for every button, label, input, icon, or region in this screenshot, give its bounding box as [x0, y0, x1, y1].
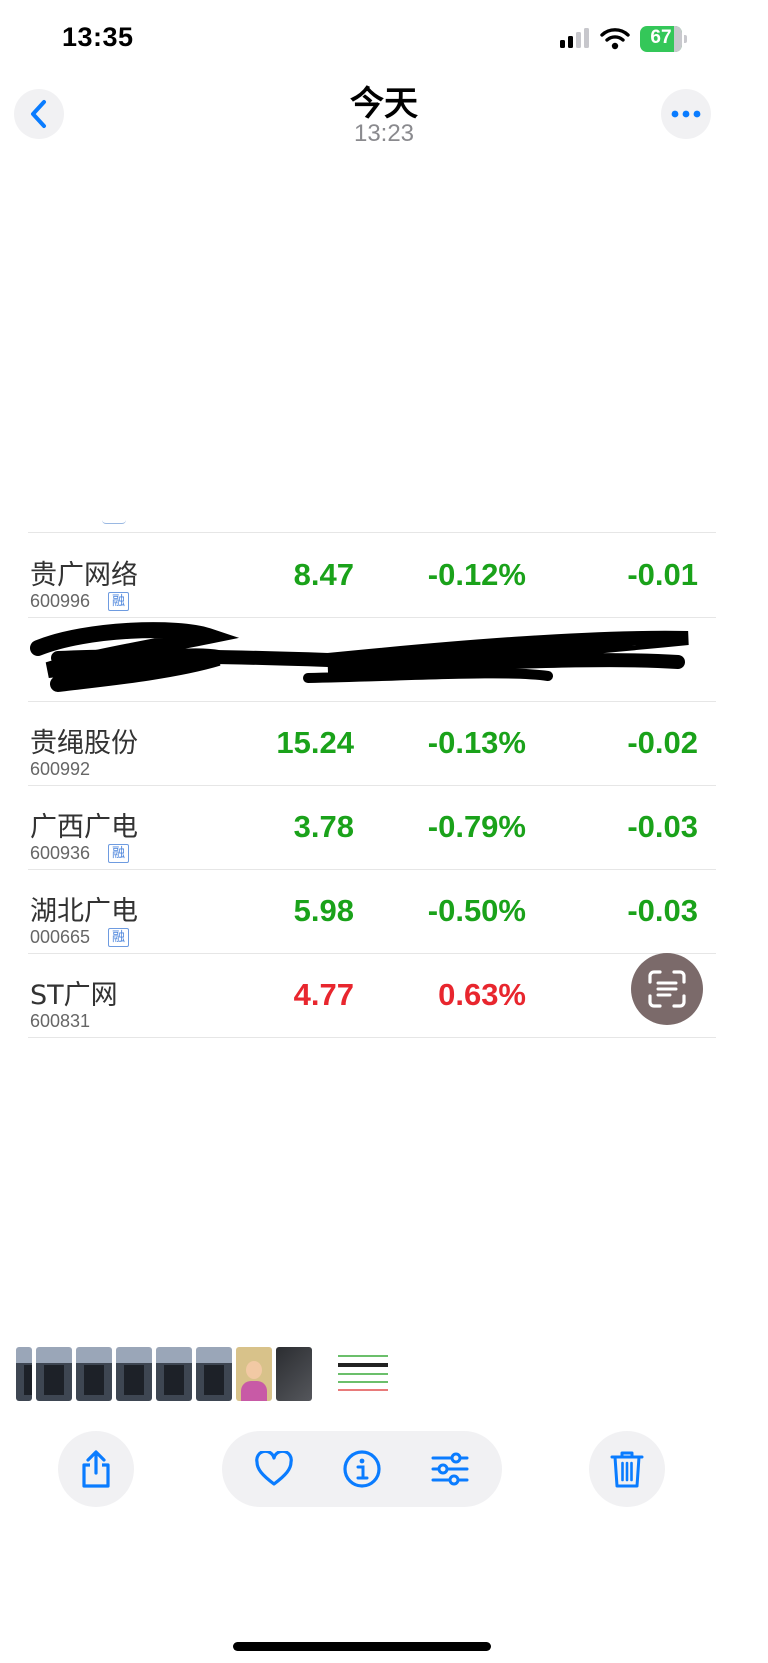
battery-charging-icon: 67 [640, 26, 688, 52]
stock-row: 广西广电 600936 融 3.78 -0.79% -0.03 [28, 785, 716, 870]
thumbnail[interactable] [16, 1347, 32, 1401]
favorite-button[interactable] [246, 1441, 302, 1497]
stock-code: 600992 [30, 759, 91, 779]
stock-row: 湖北广电 000665 融 5.98 -0.50% -0.03 [28, 869, 716, 954]
live-text-button[interactable] [631, 953, 703, 1025]
stock-change-percent: -0.12% [427, 557, 526, 592]
stock-name: 贵广网络 [30, 560, 138, 591]
stock-name: 贵绳股份 [30, 728, 138, 759]
stock-change-value: -0.01 [627, 557, 698, 592]
live-text-scan-icon [648, 970, 686, 1008]
thumbnail[interactable] [36, 1347, 72, 1401]
page-subtitle: 13:23 [353, 120, 415, 147]
home-indicator [233, 1642, 491, 1651]
info-button[interactable] [334, 1441, 390, 1497]
adjust-button[interactable] [422, 1441, 478, 1497]
stock-code: 000665 [30, 927, 91, 947]
ellipsis-icon [671, 110, 701, 118]
trash-icon [610, 1451, 644, 1488]
stock-name: 广西广电 [30, 812, 138, 843]
stock-change-value: -0.02 [627, 725, 698, 760]
stock-change-percent: -0.13% [427, 725, 526, 760]
stock-price: 5.98 [293, 893, 354, 928]
more-button[interactable] [661, 89, 711, 139]
sliders-icon [431, 1452, 469, 1486]
stock-row: 贵广网络 600996 融 8.47 -0.12% -0.01 [28, 533, 716, 618]
table-edge-mark [102, 519, 126, 524]
thumbnail[interactable] [156, 1347, 192, 1401]
margin-badge: 融 [108, 928, 129, 947]
stock-price: 4.77 [293, 977, 354, 1012]
thumbnail[interactable] [236, 1347, 272, 1401]
redaction-scribble [30, 622, 689, 692]
stock-price: 3.78 [293, 809, 354, 844]
stock-code: 600831 [30, 1011, 91, 1031]
share-icon [82, 1450, 110, 1488]
heart-icon [255, 1451, 293, 1486]
stock-change-percent: 0.63% [438, 977, 526, 1012]
stock-row: 贵绳股份 600992 15.24 -0.13% -0.02 [28, 701, 716, 786]
thumbnail[interactable] [276, 1347, 312, 1401]
stock-price: 8.47 [293, 557, 354, 592]
margin-badge: 融 [108, 592, 129, 611]
stock-name: 湖北广电 [30, 896, 138, 927]
info-icon [343, 1450, 381, 1488]
stock-change-percent: -0.50% [427, 893, 526, 928]
thumbnail[interactable] [116, 1347, 152, 1401]
page-title: 今天 [350, 84, 418, 124]
stock-name: ST广网 [30, 980, 118, 1011]
stock-code: 600936 [30, 843, 91, 863]
margin-badge: 融 [108, 844, 129, 863]
stock-change-value: -0.03 [627, 893, 698, 928]
wifi-icon [600, 28, 630, 50]
thumbnail[interactable] [196, 1347, 232, 1401]
status-time: 13:35 [62, 22, 134, 52]
photo-filmstrip[interactable] [16, 1347, 390, 1401]
photo-actions-pill [222, 1431, 502, 1507]
stock-code: 600996 [30, 591, 91, 611]
delete-button[interactable] [589, 1431, 665, 1507]
stock-change-value: -0.03 [627, 809, 698, 844]
battery-level: 67 [650, 27, 672, 48]
thumbnail-current[interactable] [336, 1347, 390, 1401]
thumbnail[interactable] [76, 1347, 112, 1401]
cellular-signal-icon [560, 28, 589, 48]
stock-row: ST广网 600831 4.77 0.63% [28, 953, 716, 1038]
stock-change-percent: -0.79% [427, 809, 526, 844]
share-button[interactable] [58, 1431, 134, 1507]
stock-price: 15.24 [276, 725, 354, 760]
